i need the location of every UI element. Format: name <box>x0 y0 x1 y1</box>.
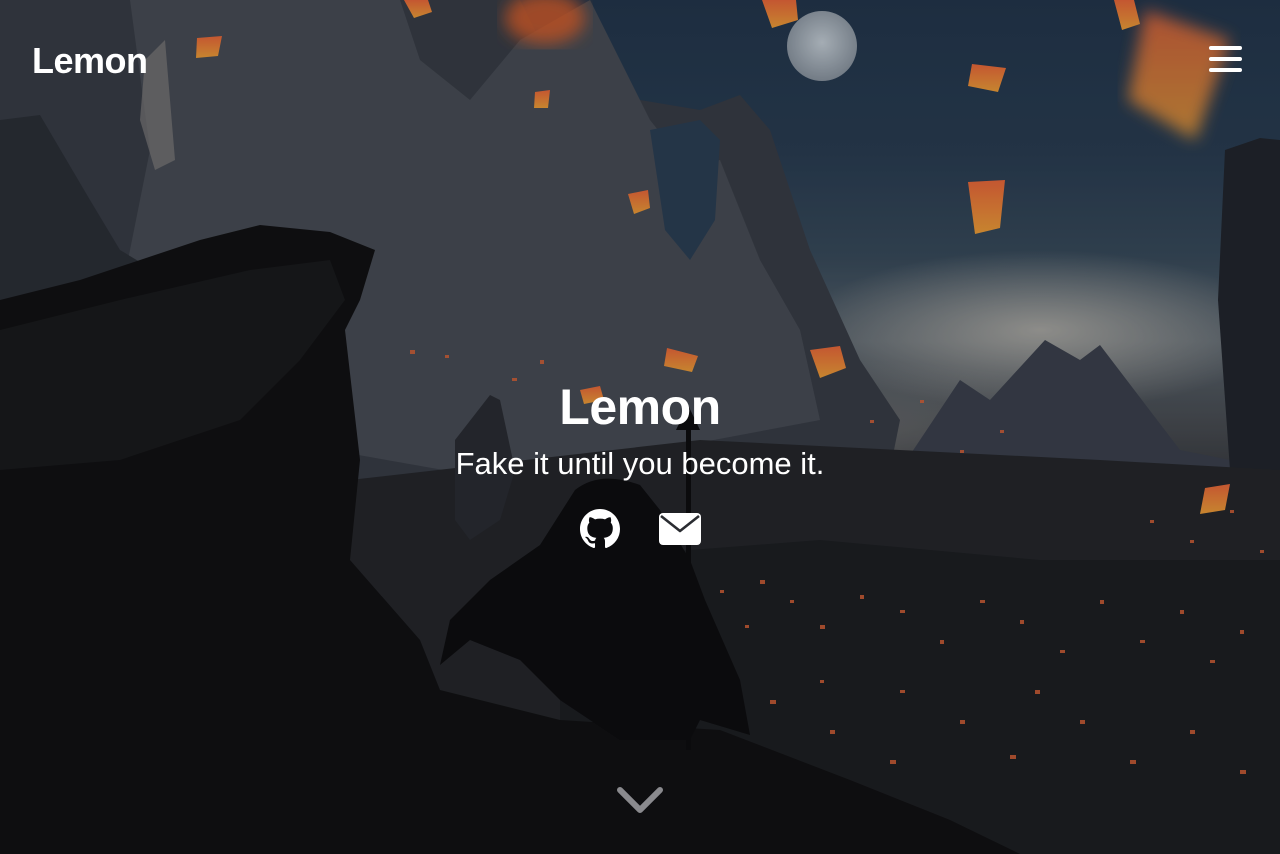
site-title-link[interactable]: Lemon <box>32 40 148 82</box>
hero-title: Lemon <box>559 379 721 435</box>
email-link[interactable] <box>659 508 701 550</box>
menu-bar <box>1209 57 1242 61</box>
github-icon <box>580 509 620 549</box>
menu-bar <box>1209 68 1242 72</box>
mail-icon <box>659 513 701 545</box>
hero-section: Lemon Lemon Fake it until you become it. <box>0 0 1280 854</box>
menu-bar <box>1209 46 1242 50</box>
github-link[interactable] <box>579 508 621 550</box>
hamburger-menu-icon[interactable] <box>1209 46 1242 76</box>
hero-subtitle: Fake it until you become it. <box>455 446 825 481</box>
social-links <box>0 508 1280 550</box>
hero-content: Lemon Fake it until you become it. <box>0 376 1280 550</box>
scroll-down-button[interactable] <box>616 784 664 818</box>
chevron-down-icon <box>617 787 663 813</box>
